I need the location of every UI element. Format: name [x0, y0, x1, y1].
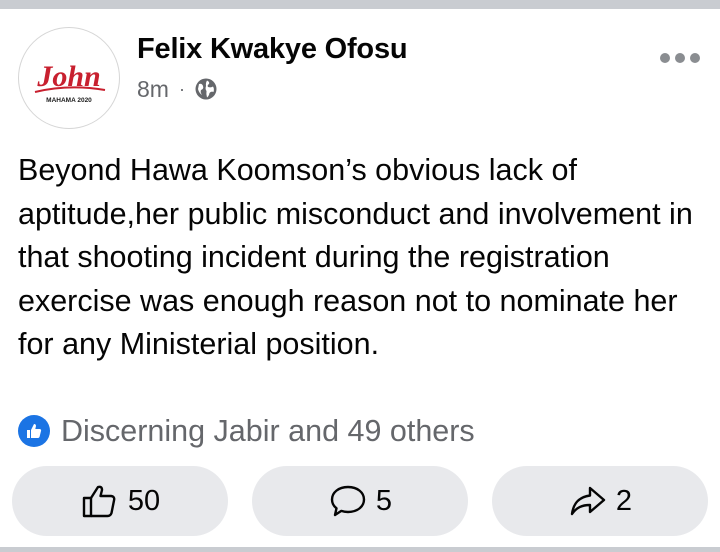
reactions-text: Discerning Jabir and 49 others — [61, 413, 475, 448]
more-options-button[interactable] — [660, 48, 700, 68]
bottom-divider — [0, 547, 720, 552]
avatar[interactable]: John MAHAMA 2020 — [18, 27, 120, 129]
like-icon — [18, 415, 50, 447]
post-time[interactable]: 8m — [137, 76, 169, 103]
avatar-logo-subtext: MAHAMA 2020 — [46, 97, 92, 104]
post-text: Beyond Hawa Koomson’s obvious lack of ap… — [18, 153, 693, 362]
comment-button[interactable]: 5 — [252, 466, 468, 536]
like-button[interactable]: 50 — [12, 466, 228, 536]
like-count: 50 — [127, 484, 161, 517]
share-icon — [568, 483, 608, 519]
globe-icon[interactable] — [194, 77, 218, 101]
more-dot — [690, 53, 700, 63]
reactions-summary[interactable]: Discerning Jabir and 49 others — [18, 414, 475, 448]
top-divider — [0, 0, 720, 9]
author-name[interactable]: Felix Kwakye Ofosu — [137, 33, 408, 66]
post-meta: 8m · — [137, 76, 218, 102]
meta-separator: · — [178, 78, 185, 99]
comment-icon — [328, 483, 368, 519]
comment-count: 5 — [375, 484, 393, 517]
share-button[interactable]: 2 — [492, 466, 708, 536]
thumbs-up-icon — [80, 483, 120, 519]
share-count: 2 — [615, 484, 633, 517]
avatar-logo: John MAHAMA 2020 — [34, 60, 106, 104]
more-dot — [660, 53, 670, 63]
more-dot — [675, 53, 685, 63]
